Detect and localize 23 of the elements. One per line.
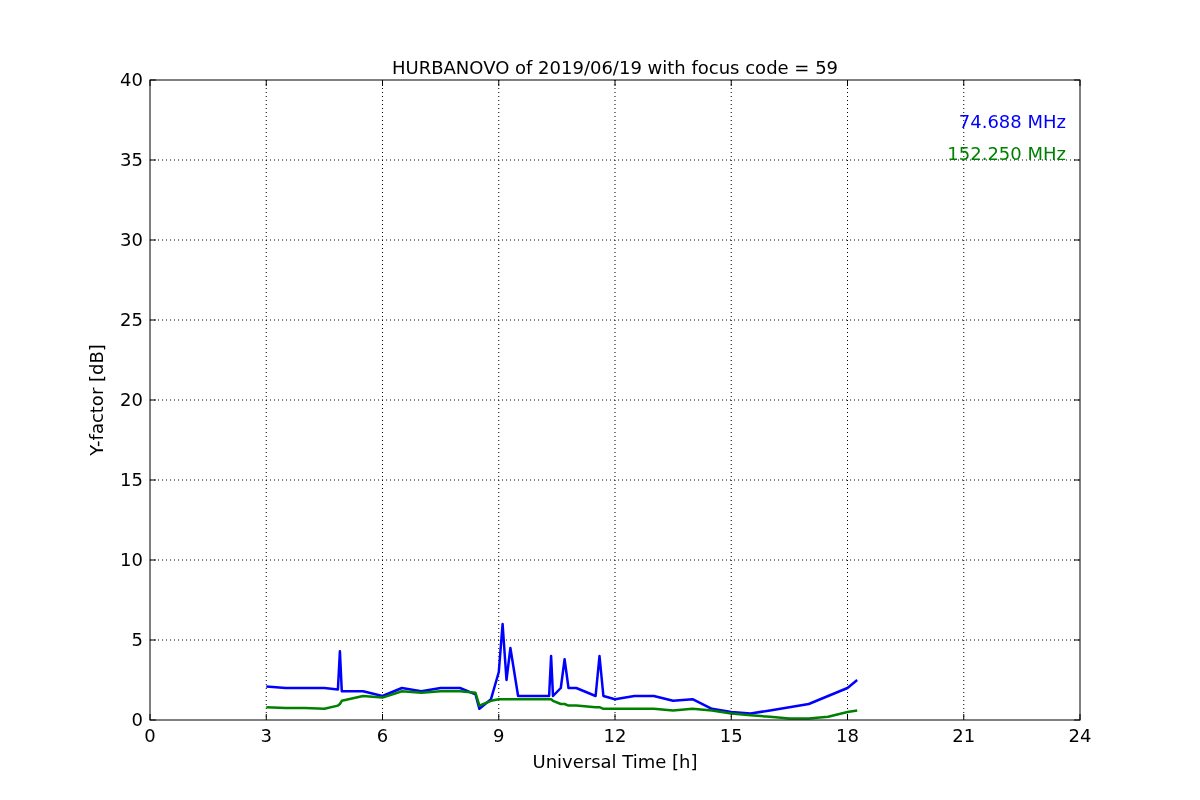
legend-label: 152.250 MHz <box>947 143 1066 164</box>
y-tick-label: 35 <box>120 149 143 170</box>
x-tick-label: 24 <box>1068 725 1092 746</box>
x-tick-label: 12 <box>603 725 627 746</box>
y-tick-label: 5 <box>131 629 143 650</box>
y-tick-label: 10 <box>120 549 143 570</box>
x-tick-label: 21 <box>952 725 976 746</box>
y-tick-label: 0 <box>131 709 143 730</box>
y-tick-label: 15 <box>120 469 143 490</box>
x-tick-label: 15 <box>719 725 743 746</box>
x-tick-label: 3 <box>260 725 272 746</box>
y-tick-label: 40 <box>120 69 143 90</box>
x-tick-label: 6 <box>376 725 389 746</box>
x-tick-label: 0 <box>144 725 156 746</box>
chart-title: HURBANOVO of 2019/06/19 with focus code = 59 <box>391 57 839 78</box>
y-tick-label: 20 <box>120 389 143 410</box>
y-tick-label: 25 <box>120 309 143 330</box>
y-tick-label: 30 <box>120 229 143 250</box>
legend-label: 74.688 MHz <box>958 111 1066 132</box>
x-axis-label: Universal Time [h] <box>532 751 698 772</box>
y-axis-label: Y-factor [dB] <box>86 344 107 456</box>
x-tick-label: 18 <box>836 725 859 746</box>
x-tick-label: 9 <box>493 725 505 746</box>
